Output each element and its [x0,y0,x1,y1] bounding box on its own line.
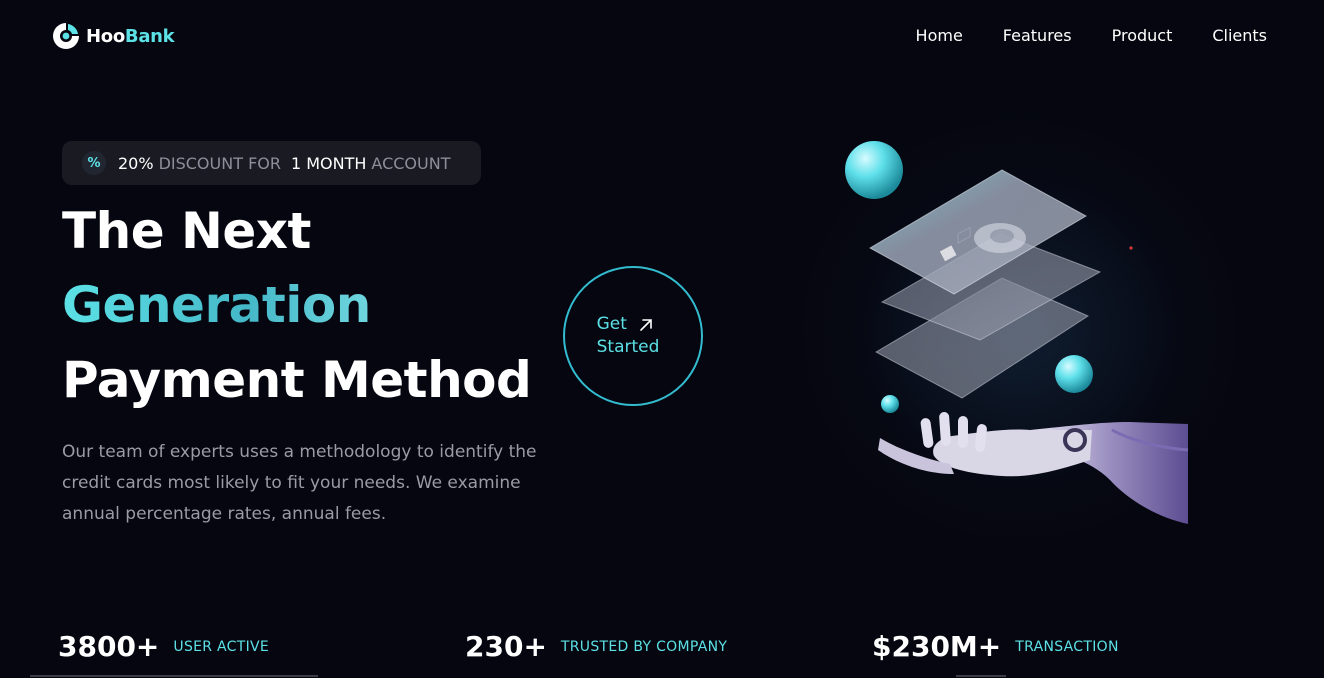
badge-text-2: ACCOUNT [371,153,451,173]
stat-divider [30,675,318,677]
stat-value: $230M+ [872,630,1002,663]
cta-label-line-1: Get [596,314,627,334]
get-started-button[interactable]: Get Started [563,266,703,406]
hero-title-line-1: The Next [62,202,311,260]
nav-item-features[interactable]: Features [1003,26,1072,45]
brand-name-part1: Hoo [86,25,125,47]
sphere-large [845,141,903,199]
stat-label: TRANSACTION [1015,638,1119,655]
cta-label-line-2: Started [596,337,660,357]
stat-label: TRUSTED BY COMPANY [560,638,728,655]
arrow-up-right-icon [640,318,652,331]
badge-text-1: DISCOUNT FOR [158,153,281,173]
stat-companies: 230+ TRUSTED BY COMPANY [465,630,727,663]
discount-percent-icon: % [82,151,106,175]
logo[interactable]: HooBank [50,20,175,52]
brand-name: HooBank [86,25,175,47]
stat-transactions: $230M+ TRANSACTION [872,630,1119,663]
badge-period: 1 MONTH [290,153,367,173]
hero-title-line-2: Generation [62,276,371,334]
sphere-small [881,395,899,413]
hero-title-line-3: Payment Method [62,351,532,409]
discount-badge: % 20% DISCOUNT FOR 1 MONTH ACCOUNT [62,141,481,185]
stat-value: 230+ [465,630,547,663]
nav-item-product[interactable]: Product [1112,26,1173,45]
stat-label: USER ACTIVE [173,638,270,655]
stat-value: 3800+ [58,630,160,663]
nav-item-clients[interactable]: Clients [1212,26,1267,45]
hero-illustration [845,141,1189,524]
red-dot [1129,246,1133,250]
nav-item-home[interactable]: Home [916,26,963,45]
stat-users: 3800+ USER ACTIVE [58,630,269,663]
sphere-medium [1055,355,1093,393]
stat-divider [956,675,1006,677]
main-nav: Home Features Product Clients [916,26,1267,45]
badge-value: 20% [118,153,154,173]
brand-name-part2: Bank [124,25,175,47]
hero-description: Our team of experts uses a methodology t… [62,442,537,524]
hoobank-logo-icon [53,23,79,49]
robot-hand [878,412,1189,524]
